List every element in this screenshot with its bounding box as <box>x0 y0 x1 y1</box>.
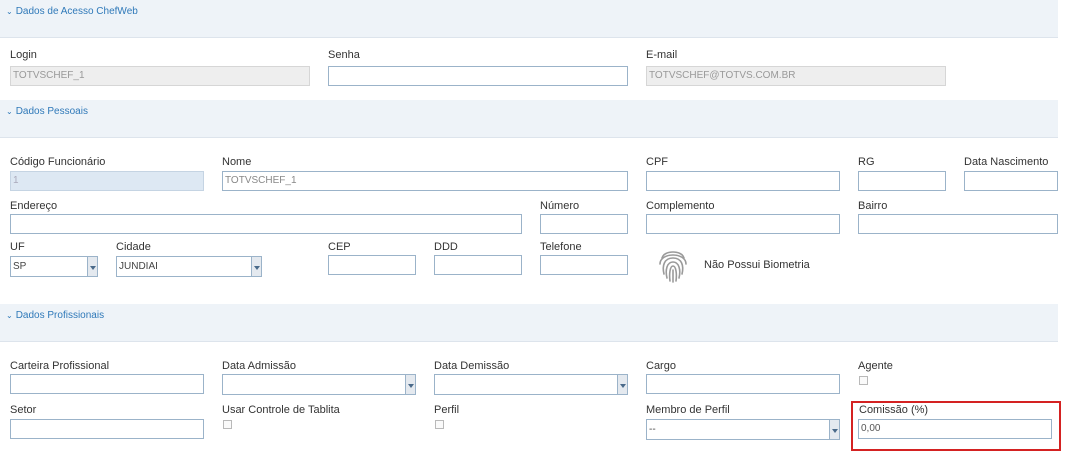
telefone-label: Telefone <box>540 241 582 253</box>
cpf-label: CPF <box>646 156 668 168</box>
section-title-acesso: Dados de Acesso ChefWeb <box>15 6 138 17</box>
cargo-field[interactable] <box>646 374 840 394</box>
cpf-field[interactable] <box>646 171 840 191</box>
complemento-field[interactable] <box>646 214 840 234</box>
bairro-field[interactable] <box>858 214 1058 234</box>
bairro-label: Bairro <box>858 200 888 212</box>
biometria-status: Não Possui Biometria <box>704 259 810 271</box>
cidade-selected-value: JUNDIAI <box>119 261 158 272</box>
dropdown-arrow-icon[interactable] <box>617 375 627 394</box>
senha-field[interactable] <box>328 66 628 86</box>
chevron-down-icon: ⌄ <box>6 107 13 116</box>
carteira-label: Carteira Profissional <box>10 360 110 372</box>
section-header-profissionais: ⌄ Dados Profissionais <box>0 304 1058 342</box>
chevron-down-icon: ⌄ <box>6 311 13 320</box>
codigo-field: 1 <box>10 171 204 191</box>
section-toggle-profissionais[interactable]: ⌄ Dados Profissionais <box>6 310 104 321</box>
comissao-label: Comissão (%) <box>859 404 929 416</box>
nascimento-label: Data Nascimento <box>964 156 1049 168</box>
carteira-field[interactable] <box>10 374 204 394</box>
membro-selected-value: -- <box>649 424 656 435</box>
ddd-field[interactable] <box>434 255 522 275</box>
codigo-label: Código Funcionário <box>10 156 106 168</box>
comissao-field[interactable]: 0,00 <box>858 419 1052 439</box>
complemento-label: Complemento <box>646 200 715 212</box>
nascimento-field[interactable] <box>964 171 1058 191</box>
numero-label: Número <box>540 200 580 212</box>
nome-label: Nome <box>222 156 252 168</box>
section-title-pessoais: Dados Pessoais <box>15 106 88 117</box>
uf-label: UF <box>10 241 25 253</box>
cep-field[interactable] <box>328 255 416 275</box>
membro-select[interactable]: -- <box>646 419 840 440</box>
numero-field[interactable] <box>540 214 628 234</box>
dropdown-arrow-icon[interactable] <box>829 420 839 439</box>
email-label: E-mail <box>646 49 678 61</box>
perfil-label: Perfil <box>434 404 460 416</box>
dropdown-arrow-icon[interactable] <box>87 257 97 276</box>
admissao-label: Data Admissão <box>222 360 296 372</box>
fingerprint-icon[interactable] <box>656 244 690 284</box>
tablita-checkbox[interactable] <box>223 420 232 429</box>
rg-field[interactable] <box>858 171 946 191</box>
section-header-pessoais: ⌄ Dados Pessoais <box>0 100 1058 138</box>
cidade-label: Cidade <box>116 241 151 253</box>
login-field: TOTVSCHEF_1 <box>10 66 310 86</box>
demissao-date-picker[interactable] <box>434 374 628 395</box>
chevron-down-icon: ⌄ <box>6 7 13 16</box>
cargo-label: Cargo <box>646 360 676 372</box>
tablita-label: Usar Controle de Tablita <box>222 404 340 416</box>
section-toggle-acesso[interactable]: ⌄ Dados de Acesso ChefWeb <box>6 6 138 17</box>
uf-select[interactable]: SP <box>10 256 98 277</box>
nome-field[interactable]: TOTVSCHEF_1 <box>222 171 628 191</box>
admissao-date-picker[interactable] <box>222 374 416 395</box>
uf-selected-value: SP <box>13 261 27 272</box>
agente-label: Agente <box>858 360 893 372</box>
agente-checkbox[interactable] <box>859 376 868 385</box>
setor-label: Setor <box>10 404 37 416</box>
endereco-label: Endereço <box>10 200 58 212</box>
rg-label: RG <box>858 156 875 168</box>
perfil-checkbox[interactable] <box>435 420 444 429</box>
cidade-select[interactable]: JUNDIAI <box>116 256 262 277</box>
section-header-acesso: ⌄ Dados de Acesso ChefWeb <box>0 0 1058 38</box>
senha-label: Senha <box>328 49 360 61</box>
telefone-field[interactable] <box>540 255 628 275</box>
membro-label: Membro de Perfil <box>646 404 730 416</box>
dropdown-arrow-icon[interactable] <box>405 375 415 394</box>
endereco-field[interactable] <box>10 214 522 234</box>
login-label: Login <box>10 49 37 61</box>
cep-label: CEP <box>328 241 351 253</box>
dropdown-arrow-icon[interactable] <box>251 257 261 276</box>
setor-field[interactable] <box>10 419 204 439</box>
section-title-profissionais: Dados Profissionais <box>15 310 105 321</box>
section-toggle-pessoais[interactable]: ⌄ Dados Pessoais <box>6 106 88 117</box>
demissao-label: Data Demissão <box>434 360 510 372</box>
email-field: TOTVSCHEF@TOTVS.COM.BR <box>646 66 946 86</box>
ddd-label: DDD <box>434 241 458 253</box>
